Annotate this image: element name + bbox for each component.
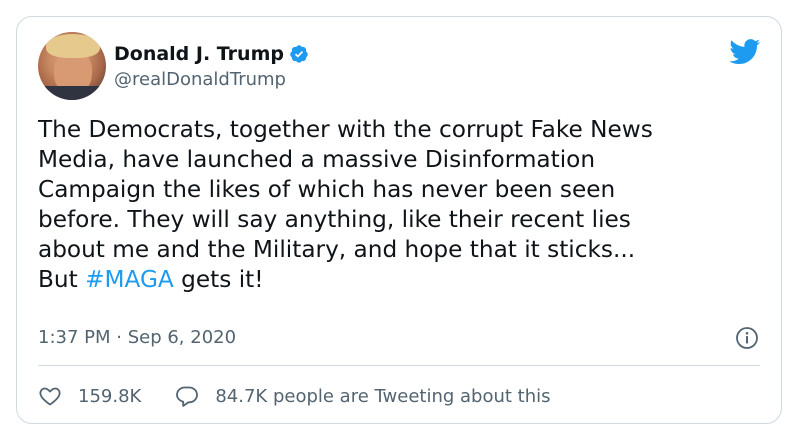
- tweet-text-tail: gets it!: [173, 266, 264, 293]
- like-button[interactable]: 159.8K: [38, 384, 141, 408]
- author-handle[interactable]: @realDonaldTrump: [114, 69, 286, 90]
- tweeting-about-label: 84.7K people are Tweeting about this: [215, 385, 551, 407]
- hashtag-link[interactable]: #MAGA: [85, 266, 174, 293]
- reply-button[interactable]: 84.7K people are Tweeting about this: [175, 384, 551, 408]
- heart-icon: [39, 387, 61, 406]
- tweet-text: The Democrats, together with the corrupt…: [38, 115, 763, 295]
- twitter-bird-icon[interactable]: [729, 39, 761, 65]
- speech-bubble-icon: [176, 386, 199, 407]
- tweet-timestamp[interactable]: 1:37 PM · Sep 6, 2020: [38, 327, 236, 348]
- like-count: 159.8K: [78, 385, 142, 407]
- divider: [38, 365, 760, 366]
- avatar-hair: [46, 34, 100, 58]
- info-icon[interactable]: [735, 326, 759, 350]
- tweet-card[interactable]: Donald J. Trump @realDonaldTrump The Dem…: [16, 16, 782, 424]
- engagement-stats: 159.8K 84.7K people are Tweeting about t…: [38, 383, 551, 409]
- verified-badge-icon: [289, 44, 309, 64]
- author-name-row: Donald J. Trump: [114, 42, 309, 66]
- author-display-name[interactable]: Donald J. Trump: [114, 43, 284, 65]
- avatar-suit: [38, 86, 106, 100]
- avatar[interactable]: [38, 32, 106, 100]
